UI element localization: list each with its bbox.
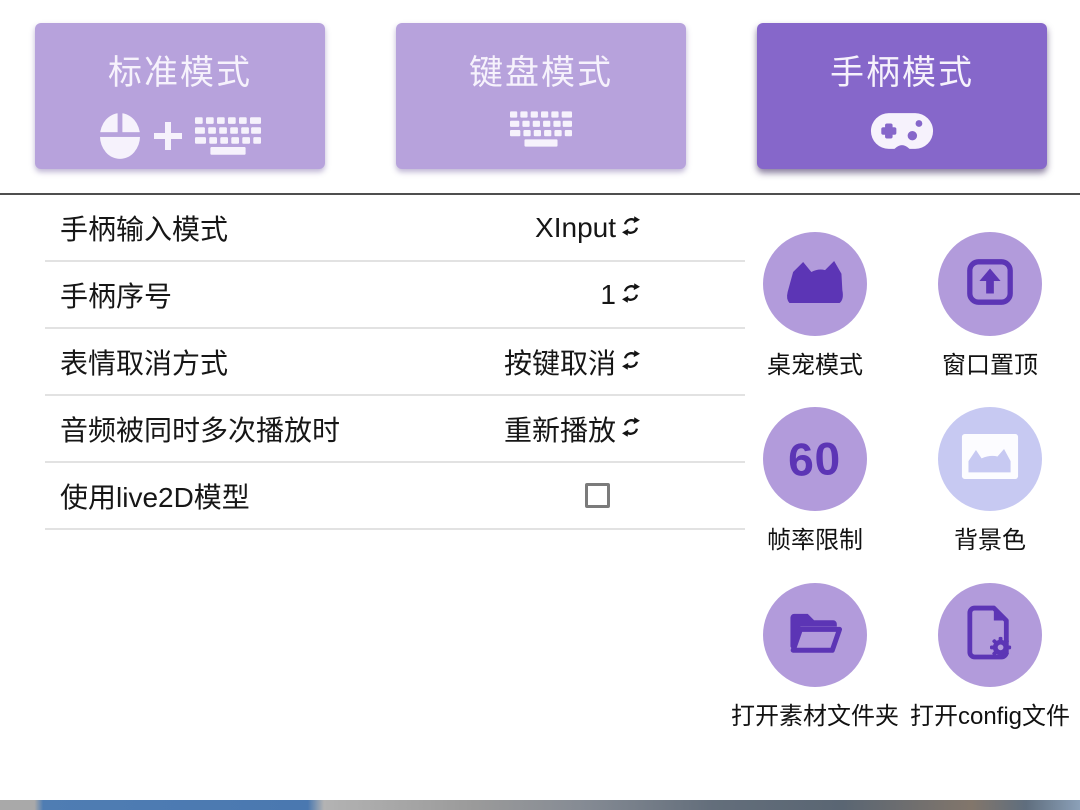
setting-label: 手柄序号 — [45, 275, 172, 315]
keyboard-icon — [510, 111, 572, 152]
desktop-wallpaper-strip — [0, 800, 1080, 810]
setting-label: 手柄输入模式 — [45, 208, 228, 248]
setting-value-text: 重新播放 — [504, 409, 616, 449]
fps-badge: 60 — [787, 431, 842, 487]
background-image-icon — [961, 433, 1019, 485]
setting-value-text: 1 — [600, 279, 616, 311]
gamepad-input-mode-cycler[interactable]: XInput — [535, 212, 745, 244]
setting-label: 使用live2D模型 — [45, 476, 250, 516]
cycle-icon — [620, 413, 642, 445]
fps-limit-button[interactable]: 60 — [763, 407, 867, 511]
desktop-pet-button[interactable] — [763, 232, 867, 336]
action-background-color: 背景色 — [900, 407, 1080, 555]
action-open-assets-folder: 打开素材文件夹 — [725, 583, 905, 731]
action-label: 桌宠模式 — [725, 345, 905, 380]
cycle-icon — [620, 279, 642, 311]
mode-button-gamepad[interactable]: 手柄模式 — [757, 23, 1047, 169]
setting-row-gamepad-input-mode: 手柄输入模式 XInput — [45, 195, 745, 262]
setting-row-gamepad-index: 手柄序号 1 — [45, 262, 745, 329]
expression-cancel-cycler[interactable]: 按键取消 — [504, 342, 745, 382]
action-open-config-file: 打开config文件 — [900, 583, 1080, 731]
open-folder-icon — [785, 608, 845, 663]
setting-row-audio-replay: 音频被同时多次播放时 重新播放 — [45, 396, 745, 463]
settings-list: 手柄输入模式 XInput 手柄序号 1 — [45, 195, 745, 530]
keyboard-icon — [195, 117, 261, 160]
config-file-icon — [966, 605, 1014, 666]
cycle-icon — [620, 212, 642, 244]
cycle-icon — [620, 346, 642, 378]
setting-value-text: XInput — [535, 212, 616, 244]
action-label: 窗口置顶 — [900, 345, 1080, 380]
audio-replay-cycler[interactable]: 重新播放 — [504, 409, 745, 449]
cat-icon — [784, 257, 846, 312]
mouse-icon — [99, 111, 141, 166]
gamepad-index-cycler[interactable]: 1 — [600, 279, 745, 311]
setting-label: 音频被同时多次播放时 — [45, 409, 340, 449]
open-assets-folder-button[interactable] — [763, 583, 867, 687]
setting-value-text: 按键取消 — [504, 342, 616, 382]
mode-button-keyboard[interactable]: 键盘模式 — [396, 23, 686, 169]
action-label: 打开config文件 — [900, 696, 1080, 731]
background-color-button[interactable] — [938, 407, 1042, 511]
window-pin-icon — [965, 257, 1015, 312]
window-pin-button[interactable] — [938, 232, 1042, 336]
action-label: 帧率限制 — [725, 520, 905, 555]
mode-button-standard[interactable]: 标准模式 — [35, 23, 325, 169]
action-desktop-pet: 桌宠模式 — [725, 232, 905, 380]
setting-label: 表情取消方式 — [45, 342, 228, 382]
gamepad-icon — [870, 111, 934, 156]
mode-button-label: 手柄模式 — [757, 45, 1047, 94]
open-config-file-button[interactable] — [938, 583, 1042, 687]
action-label: 打开素材文件夹 — [725, 696, 905, 731]
action-window-pin: 窗口置顶 — [900, 232, 1080, 380]
action-label: 背景色 — [900, 520, 1080, 555]
mode-button-label: 键盘模式 — [396, 45, 686, 94]
app-window: 标准模式 — [0, 0, 1080, 810]
setting-row-expression-cancel: 表情取消方式 按键取消 — [45, 329, 745, 396]
live2d-checkbox[interactable] — [585, 483, 610, 508]
plus-icon — [153, 121, 183, 156]
action-fps-limit: 60 帧率限制 — [725, 407, 905, 555]
setting-row-live2d: 使用live2D模型 — [45, 463, 745, 530]
mode-button-label: 标准模式 — [35, 45, 325, 94]
